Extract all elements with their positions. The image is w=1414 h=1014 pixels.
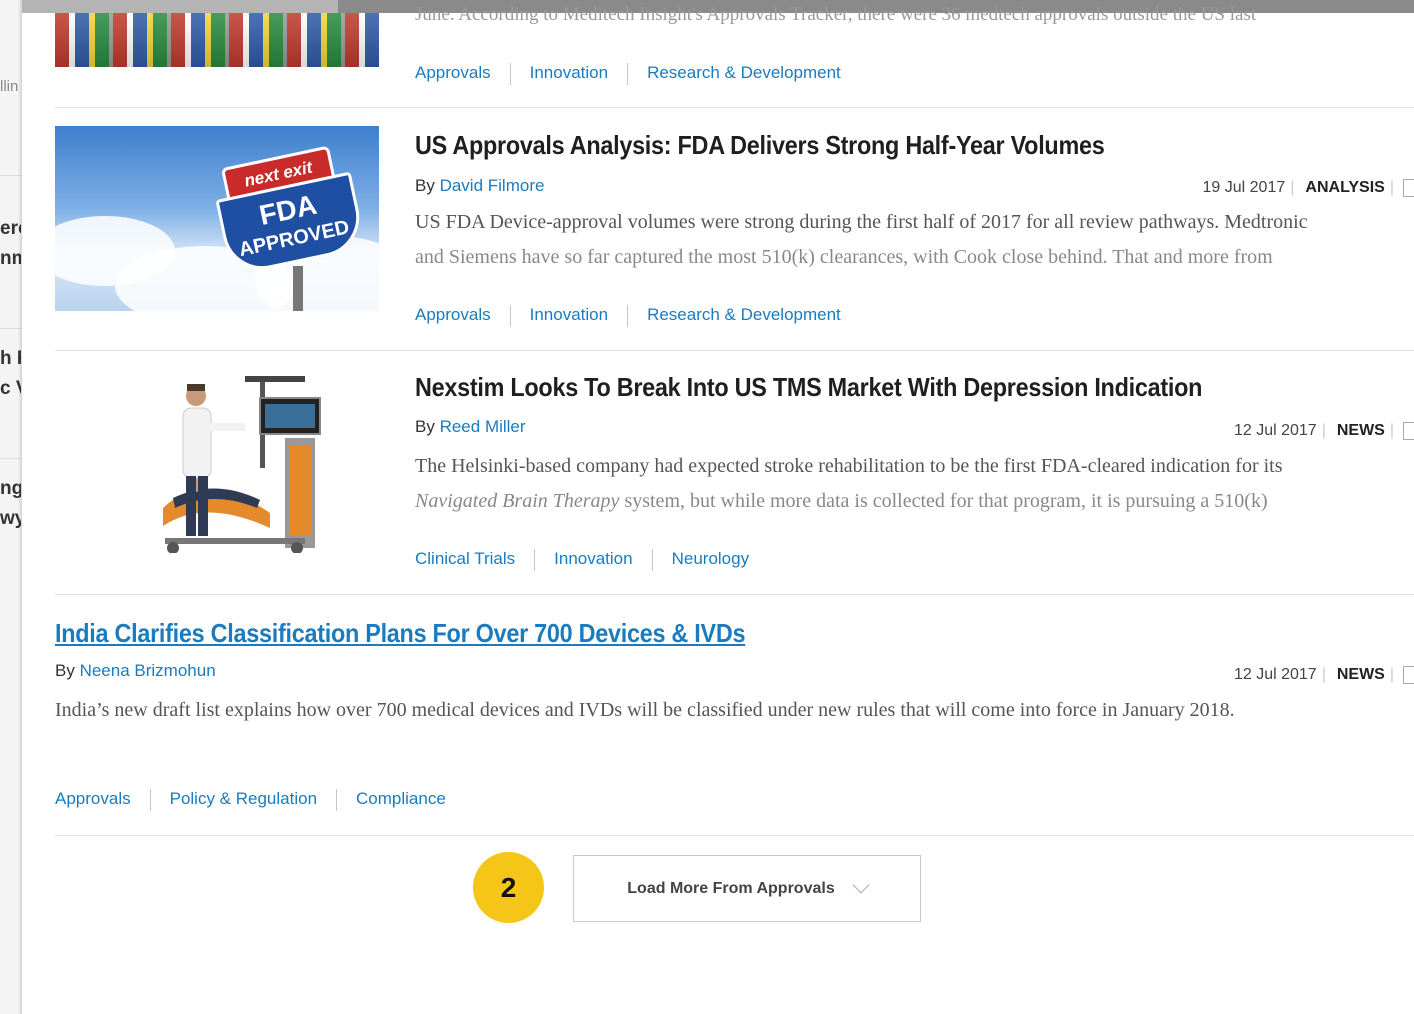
article-date: 19 Jul 2017 (1202, 179, 1286, 197)
byline-prefix: By (415, 176, 435, 195)
article-summary: The Helsinki-based company had expected … (415, 455, 1283, 477)
article-title[interactable]: India Clarifies Classification Plans For… (55, 618, 745, 649)
load-more-label: Load More From Approvals (627, 879, 835, 897)
doctor-device-illustration (163, 376, 321, 553)
article-title[interactable]: US Approvals Analysis: FDA Delivers Stro… (415, 130, 1105, 161)
byline-prefix: By (415, 417, 435, 436)
article-card: India Clarifies Classification Plans For… (55, 616, 1414, 826)
byline: By Reed Miller (415, 417, 526, 437)
tag-link[interactable]: Research & Development (647, 63, 841, 83)
article-meta: 12 Jul 2017 | NEWS | (1234, 666, 1414, 684)
article-summary: India’s new draft list explains how over… (55, 699, 1235, 721)
load-more-button[interactable]: Load More From Approvals (573, 855, 921, 922)
tag-link[interactable]: Approvals (415, 305, 491, 325)
tag-link[interactable]: Innovation (554, 549, 632, 569)
article-summary: June. According to Meditech Insight's Ap… (415, 4, 1257, 25)
tag-link[interactable]: Innovation (530, 63, 608, 83)
adjacent-text: llin (0, 78, 19, 95)
article-date: 12 Jul 2017 (1233, 422, 1317, 440)
chevron-down-icon (852, 876, 870, 893)
product-name: Navigated Brain Therapy (415, 490, 620, 512)
tag-link[interactable]: Clinical Trials (415, 549, 515, 569)
article-card: June. According to Meditech Insight's Ap… (55, 0, 1414, 107)
divider (55, 835, 1414, 836)
article-tags: Clinical Trials Innovation Neurology (415, 549, 749, 571)
tag-link[interactable]: Innovation (530, 305, 608, 325)
article-date: 12 Jul 2017 (1233, 666, 1317, 684)
divider (55, 350, 1414, 351)
summary-text: system, but while more data is collected… (619, 490, 1268, 512)
bookmark-icon[interactable] (1403, 422, 1414, 440)
fda-approved-thumbnail[interactable]: next exit FDA APPROVED (55, 126, 379, 311)
article-summary: US FDA Device-approval volumes were stro… (415, 211, 1308, 233)
article-meta: 12 Jul 2017 | NEWS | (1234, 422, 1414, 440)
bookmark-icon[interactable] (1403, 179, 1414, 197)
article-type: NEWS (1336, 666, 1385, 684)
article-summary: Navigated Brain Therapy system, but whil… (415, 484, 1414, 519)
divider (55, 594, 1414, 595)
tag-link[interactable]: Approvals (55, 789, 131, 809)
byline: By Neena Brizmohun (55, 661, 216, 681)
adjacent-panel: llin ero nm h P c V ng wyr (0, 0, 22, 1014)
author-link[interactable]: David Filmore (440, 176, 545, 195)
article-tags: Approvals Innovation Research & Developmen… (415, 305, 841, 327)
byline: By David Filmore (415, 176, 544, 196)
article-type: NEWS (1336, 422, 1385, 440)
article-tags: Approvals Policy & Regulation Compliance (55, 789, 446, 811)
tag-link[interactable]: Research & Development (647, 305, 841, 325)
article-tags: Approvals Innovation Research & Developmen… (415, 63, 841, 85)
article-meta: 19 Jul 2017 | ANALYSIS | (1203, 179, 1414, 197)
article-summary: and Siemens have so far captured the mos… (415, 246, 1273, 268)
tag-link[interactable]: Compliance (356, 789, 446, 809)
flags-thumbnail[interactable] (55, 13, 379, 67)
author-link[interactable]: Neena Brizmohun (80, 661, 216, 680)
bookmark-icon[interactable] (1403, 666, 1414, 684)
divider (55, 107, 1414, 108)
tag-link[interactable]: Neurology (672, 549, 750, 569)
tag-link[interactable]: Approvals (415, 63, 491, 83)
author-link[interactable]: Reed Miller (440, 417, 526, 436)
article-card: next exit FDA APPROVED US Approvals Anal… (55, 126, 1414, 336)
byline-prefix: By (55, 661, 75, 680)
article-card: Nexstim Looks To Break Into US TMS Marke… (55, 368, 1414, 578)
tms-device-thumbnail[interactable] (55, 368, 379, 553)
tag-link[interactable]: Policy & Regulation (170, 789, 317, 809)
step-badge: 2 (473, 852, 544, 923)
article-type: ANALYSIS (1305, 179, 1385, 197)
article-title[interactable]: Nexstim Looks To Break Into US TMS Marke… (415, 372, 1202, 403)
step-number: 2 (500, 871, 517, 903)
